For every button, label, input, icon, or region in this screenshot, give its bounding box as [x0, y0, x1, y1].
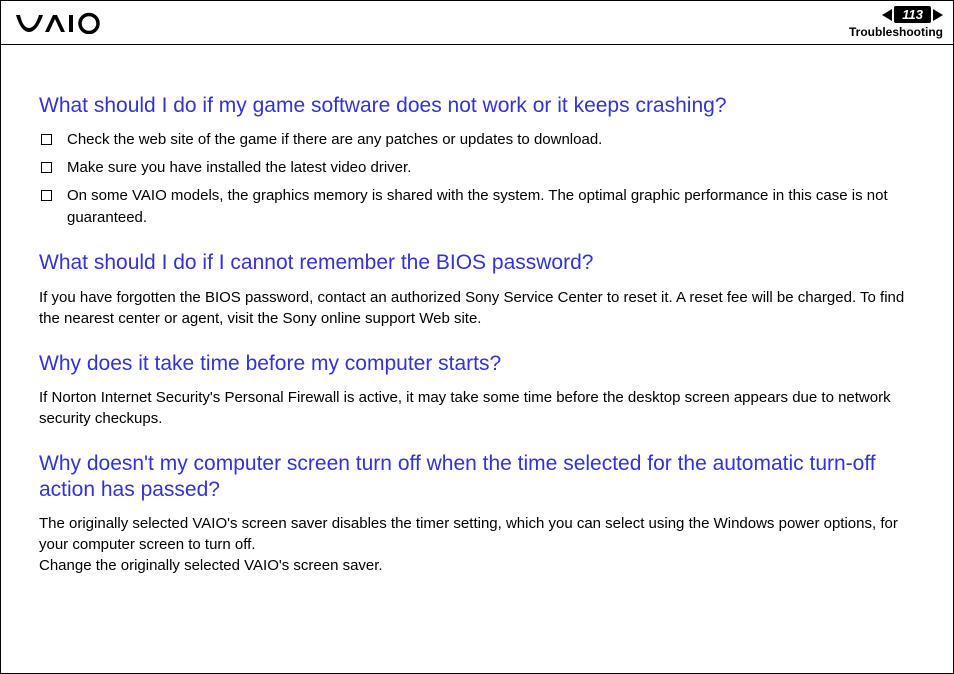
- list-item: On some VAIO models, the graphics memory…: [39, 185, 915, 229]
- next-page-arrow-icon[interactable]: [933, 9, 943, 21]
- faq-heading: What should I do if my game software doe…: [39, 93, 915, 119]
- vaio-logo: [15, 12, 125, 34]
- page-header: 113 Troubleshooting: [1, 1, 953, 45]
- faq-heading: Why does it take time before my computer…: [39, 351, 915, 377]
- list-item: Make sure you have installed the latest …: [39, 157, 915, 179]
- faq-paragraph: If Norton Internet Security's Personal F…: [39, 387, 915, 429]
- page-nav: 113: [882, 6, 943, 24]
- faq-heading: Why doesn't my computer screen turn off …: [39, 451, 915, 504]
- faq-paragraph: If you have forgotten the BIOS password,…: [39, 287, 915, 329]
- list-item: Check the web site of the game if there …: [39, 129, 915, 151]
- faq-bullet-list: Check the web site of the game if there …: [39, 129, 915, 228]
- faq-paragraph: Change the originally selected VAIO's sc…: [39, 555, 915, 576]
- faq-heading: What should I do if I cannot remember th…: [39, 250, 915, 276]
- page-content: What should I do if my game software doe…: [1, 45, 953, 596]
- faq-paragraph: The originally selected VAIO's screen sa…: [39, 513, 915, 555]
- header-right: 113 Troubleshooting: [849, 6, 943, 40]
- section-label: Troubleshooting: [849, 25, 943, 39]
- prev-page-arrow-icon[interactable]: [882, 9, 892, 21]
- page-number: 113: [894, 6, 931, 24]
